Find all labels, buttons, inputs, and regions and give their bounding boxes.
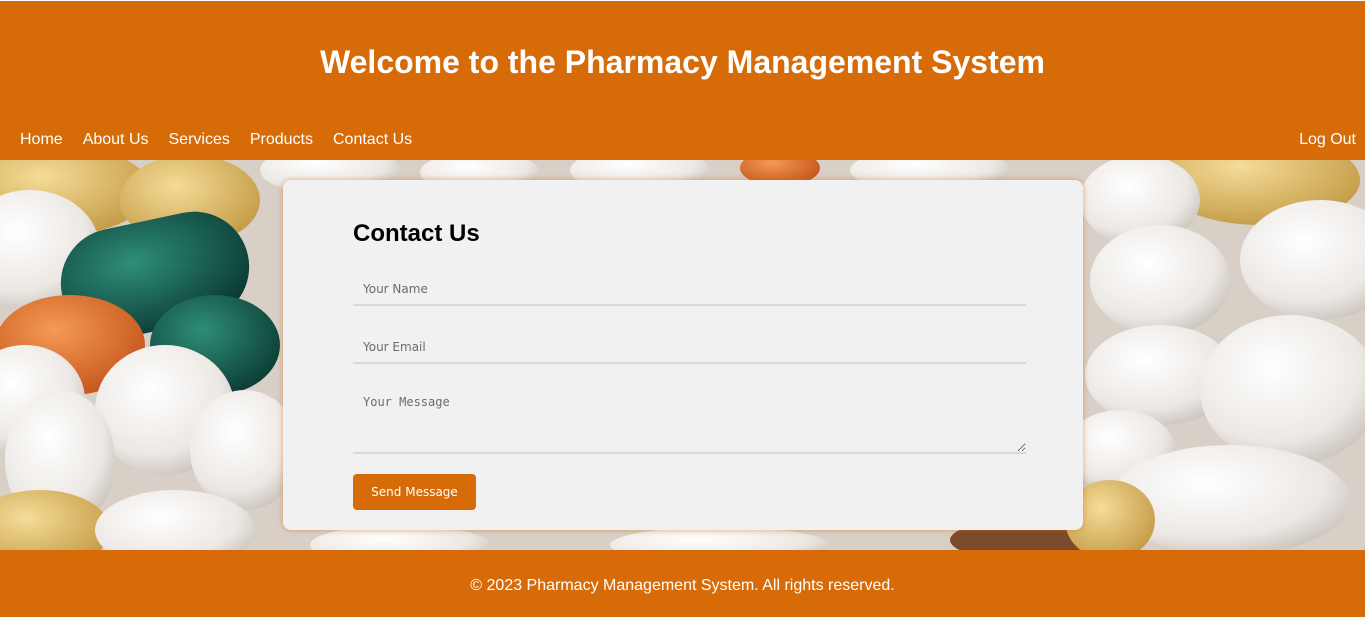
name-input[interactable] bbox=[353, 273, 1026, 306]
contact-form-card: Contact Us Send Message bbox=[283, 180, 1083, 530]
send-message-button[interactable]: Send Message bbox=[353, 474, 476, 510]
nav-link-contact-us[interactable]: Contact Us bbox=[333, 130, 412, 150]
site-header: Welcome to the Pharmacy Management Syste… bbox=[0, 1, 1365, 160]
nav-link-products[interactable]: Products bbox=[250, 130, 313, 150]
nav-link-services[interactable]: Services bbox=[169, 130, 230, 150]
site-footer: © 2023 Pharmacy Management System. All r… bbox=[0, 550, 1365, 617]
logout-link[interactable]: Log Out bbox=[1299, 130, 1356, 150]
message-textarea[interactable] bbox=[353, 387, 1026, 454]
contact-title: Contact Us bbox=[353, 220, 480, 247]
copyright-text: © 2023 Pharmacy Management System. All r… bbox=[470, 577, 895, 594]
page-title: Welcome to the Pharmacy Management Syste… bbox=[320, 44, 1045, 80]
main-nav: Home About Us Services Products Contact … bbox=[20, 130, 412, 150]
nav-link-about-us[interactable]: About Us bbox=[83, 130, 149, 150]
email-input[interactable] bbox=[353, 331, 1026, 364]
nav-link-home[interactable]: Home bbox=[20, 130, 63, 150]
